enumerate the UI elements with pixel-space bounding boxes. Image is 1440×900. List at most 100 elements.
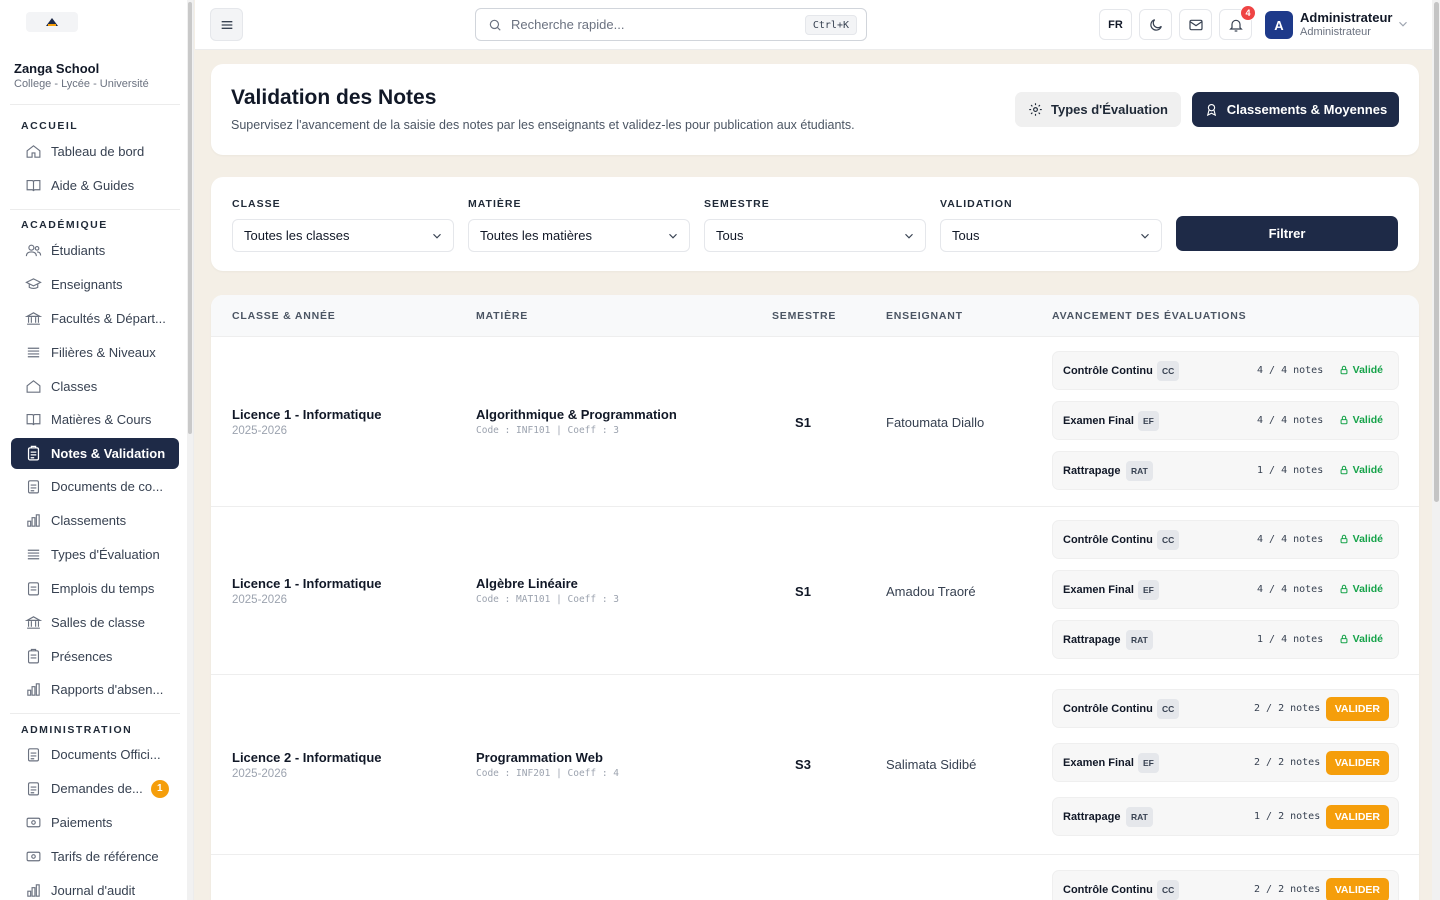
sidebar-item-label: Journal d'audit: [51, 883, 136, 898]
sidebar-item-salles[interactable]: Salles de classe: [11, 607, 179, 638]
evaluation-name: Examen Final: [1063, 584, 1134, 596]
sidebar-item-notes-validation[interactable]: Notes & Validation: [11, 438, 179, 469]
sidebar-item-tarifs[interactable]: Tarifs de référence: [11, 841, 179, 872]
table-row: Licence 1 - Informatique 2025-2026 Algor…: [211, 337, 1419, 507]
gear-icon: [1029, 103, 1042, 116]
clipboard-icon: [24, 445, 42, 463]
filter-matiere-label: MATIÈRE: [468, 198, 522, 210]
page-scrollbar-thumb[interactable]: [1434, 2, 1439, 502]
sidebar-divider: [10, 104, 180, 105]
theme-toggle-button[interactable]: [1139, 9, 1172, 40]
classements-moyennes-label: Classements & Moyennes: [1226, 102, 1388, 117]
evaluation-name: Contrôle Continu: [1063, 534, 1153, 546]
row-enseignant: Fatoumata Diallo: [886, 415, 985, 430]
sidebar-item-presences[interactable]: Présences: [11, 641, 179, 672]
row-code: Code : INF201 | Coeff : 4: [476, 768, 619, 779]
user-name[interactable]: Administrateur: [1300, 10, 1392, 25]
sidebar-item-label: Tableau de bord: [51, 144, 145, 159]
credit-card-icon: [24, 814, 42, 832]
sidebar-item-emplois[interactable]: Emplois du temps: [11, 573, 179, 604]
calendar-icon: [24, 580, 42, 598]
sidebar-item-label: Paiements: [51, 815, 113, 830]
filter-button[interactable]: Filtrer: [1176, 216, 1398, 251]
valider-button[interactable]: VALIDER: [1325, 697, 1389, 721]
evaluation-item: Examen Final EF 4 / 4 notes Validé: [1052, 570, 1399, 609]
filter-card: CLASSE Toutes les classes MATIÈRE Toutes…: [211, 177, 1419, 271]
filter-validation-label: VALIDATION: [940, 198, 1013, 210]
row-semestre: S1: [795, 584, 811, 599]
evaluation-code-badge: EF: [1138, 753, 1159, 773]
filter-classe-select[interactable]: Toutes les classes: [232, 219, 454, 252]
sidebar-item-types-evaluation[interactable]: Types d'Évaluation: [11, 539, 179, 570]
evaluation-item: Rattrapage RAT 1 / 4 notes Validé: [1052, 451, 1399, 490]
page-header-card: Validation des Notes Supervisez l'avance…: [211, 64, 1419, 155]
row-matiere: Algèbre Linéaire: [476, 576, 578, 591]
classements-moyennes-button[interactable]: Classements & Moyennes: [1192, 92, 1399, 127]
sidebar-item-documents-officiels[interactable]: Documents Offici...: [11, 739, 179, 770]
col-header-avancement: AVANCEMENT DES ÉVALUATIONS: [1052, 310, 1247, 322]
evaluation-status-label: Validé: [1352, 533, 1383, 545]
sidebar-item-label: Étudiants: [51, 243, 106, 258]
section-accueil: ACCUEIL: [21, 120, 79, 132]
row-semestre: S1: [795, 415, 811, 430]
sidebar-item-journal[interactable]: Journal d'audit: [11, 875, 179, 900]
valider-button[interactable]: VALIDER: [1325, 878, 1389, 900]
book-icon: [24, 177, 42, 195]
language-button[interactable]: FR: [1099, 9, 1132, 40]
chevron-down-icon: [905, 233, 913, 239]
col-header-classe: CLASSE & ANNÉE: [232, 310, 336, 322]
valider-button[interactable]: VALIDER: [1325, 805, 1389, 829]
filter-semestre-select[interactable]: Tous: [704, 219, 926, 252]
table-row: Licence 1 - Informatique 2025-2026 Algèb…: [211, 507, 1419, 675]
sidebar-item-filieres[interactable]: Filières & Niveaux: [11, 337, 179, 368]
sidebar-item-label: Notes & Validation: [51, 446, 166, 461]
avatar[interactable]: A: [1265, 11, 1293, 39]
sidebar-item-matieres[interactable]: Matières & Cours: [11, 404, 179, 435]
sidebar-item-label: Documents Offici...: [51, 747, 161, 762]
home-icon: [24, 143, 42, 161]
row-enseignant: Amadou Traoré: [886, 584, 976, 599]
search-placeholder: Recherche rapide...: [511, 17, 625, 32]
bar-chart-icon: [24, 681, 42, 699]
evaluation-notes-count: 1 / 4 notes: [1257, 465, 1324, 476]
sidebar-item-paiements[interactable]: Paiements: [11, 807, 179, 838]
row-classe: Licence 2 - Informatique: [232, 750, 382, 765]
search-input[interactable]: Recherche rapide... Ctrl+K: [475, 8, 867, 41]
sidebar-item-label: Salles de classe: [51, 615, 145, 630]
col-header-enseignant: ENSEIGNANT: [886, 310, 963, 322]
sidebar-item-classes[interactable]: Classes: [11, 371, 179, 402]
sidebar-item-documents[interactable]: Documents de co...: [11, 471, 179, 502]
table-row: Licence 2 - Informatique 2025-2026 Progr…: [211, 675, 1419, 855]
evaluation-code-badge: CC: [1157, 699, 1180, 719]
sidebar-item-demandes[interactable]: Demandes de... 1: [11, 773, 179, 804]
filter-validation-select[interactable]: Tous: [940, 219, 1162, 252]
evaluation-code-badge: RAT: [1126, 630, 1153, 650]
filter-validation-value: Tous: [952, 228, 980, 243]
menu-toggle-button[interactable]: [210, 8, 243, 41]
sidebar-item-etudiants[interactable]: Étudiants: [11, 235, 179, 266]
mail-icon: [1188, 19, 1203, 30]
types-evaluation-button[interactable]: Types d'Évaluation: [1015, 92, 1181, 127]
evaluation-notes-count: 2 / 2 notes: [1254, 757, 1321, 768]
sidebar-item-rapports[interactable]: Rapports d'absen...: [11, 674, 179, 705]
valider-button[interactable]: VALIDER: [1325, 751, 1389, 775]
sidebar-item-label: Types d'Évaluation: [51, 547, 160, 562]
sidebar-item-tableau-de-bord[interactable]: Tableau de bord: [11, 136, 179, 167]
sidebar-item-enseignants[interactable]: Enseignants: [11, 269, 179, 300]
sidebar-item-facultes[interactable]: Facultés & Départ...: [11, 303, 179, 334]
notifications-button[interactable]: 4: [1219, 5, 1256, 40]
col-header-semestre: SEMESTRE: [772, 310, 837, 322]
sidebar-scrollbar[interactable]: [187, 0, 193, 900]
sidebar-scrollbar-thumb[interactable]: [188, 2, 192, 434]
sidebar-item-classements[interactable]: Classements: [11, 505, 179, 536]
row-classe: Licence 1 - Informatique: [232, 407, 382, 422]
sidebar-item-label: Classements: [51, 513, 127, 528]
filter-matiere-select[interactable]: Toutes les matières: [468, 219, 690, 252]
chevron-down-icon[interactable]: [1396, 17, 1410, 31]
types-evaluation-label: Types d'Évaluation: [1051, 102, 1168, 117]
evaluation-status: Validé: [1339, 583, 1383, 595]
sidebar-item-aide[interactable]: Aide & Guides: [11, 170, 179, 201]
messages-button[interactable]: [1179, 9, 1212, 40]
evaluation-item: Rattrapage RAT 1 / 2 notes VALIDER: [1052, 797, 1399, 836]
evaluation-item: Examen Final EF 4 / 4 notes Validé: [1052, 401, 1399, 440]
